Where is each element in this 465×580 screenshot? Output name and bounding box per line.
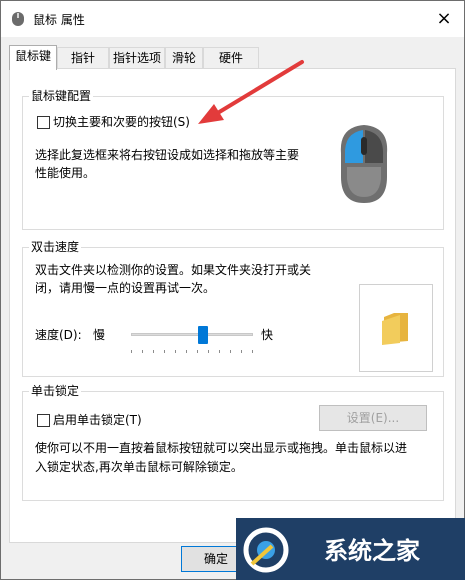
speed-slider[interactable] (131, 326, 253, 360)
slider-track (131, 333, 253, 336)
tab-pointers[interactable]: 指针 (57, 47, 109, 69)
title-bar: 鼠标 属性 × (1, 1, 464, 37)
double-click-description-line2: 闭，请用慢一点的设置再试一次。 (35, 281, 216, 295)
double-click-speed-group: 双击速度 双击文件夹以检测你的设置。如果文件夹没打开或关 闭，请用慢一点的设置再… (22, 240, 444, 377)
click-lock-label[interactable]: 启用单击锁定(T) (53, 410, 142, 430)
window-title: 鼠标 属性 (33, 13, 85, 27)
mouse-image (340, 125, 388, 203)
annotation-arrow (198, 60, 304, 124)
swap-description-line1: 选择此复选框来将右按钮设成如选择和拖放等主要 (35, 148, 300, 162)
watermark-text: 系统之家 (324, 537, 420, 565)
fast-label: 快 (261, 328, 274, 342)
test-folder-area[interactable] (359, 284, 433, 372)
close-icon: × (436, 8, 452, 29)
close-button[interactable]: × (431, 7, 457, 31)
swap-description-line2: 性能使用。 (35, 166, 96, 180)
folder-icon[interactable] (380, 311, 412, 345)
click-lock-description-line1: 使你可以不用一直按着鼠标按钮就可以突出显示或拖拽。单击鼠标以进 (35, 441, 408, 455)
slider-ticks (131, 350, 253, 353)
tab-buttons[interactable]: 鼠标键 (9, 45, 57, 70)
swap-buttons-checkbox[interactable] (37, 116, 50, 129)
mouse-app-icon (12, 12, 24, 26)
slow-label: 慢 (93, 328, 106, 342)
tab-panel: 鼠标键配置 切换主要和次要的按钮(S) 选择此复选框来将右按钮设成如选择和拖放等… (9, 68, 456, 543)
tab-pointer-options[interactable]: 指针选项 (109, 47, 165, 69)
speed-label: 速度(D): (35, 328, 82, 342)
click-lock-description-line2: 入锁定状态,再次单击鼠标可解除锁定。 (35, 460, 243, 474)
group-title: 双击速度 (29, 240, 82, 254)
click-lock-settings-button[interactable]: 设置(E)... (319, 405, 427, 431)
site-watermark: 系统之家 (236, 518, 465, 580)
double-click-description-line1: 双击文件夹以检测你的设置。如果文件夹没打开或关 (35, 263, 312, 277)
group-title: 鼠标键配置 (29, 89, 94, 103)
click-lock-group: 单击锁定 启用单击锁定(T) 设置(E)... 使你可以不用一直按着鼠标按钮就可… (22, 384, 444, 501)
group-title: 单击锁定 (29, 384, 82, 398)
watermark-logo-icon (243, 527, 289, 573)
swap-buttons-label[interactable]: 切换主要和次要的按钮(S) (53, 112, 190, 132)
slider-thumb[interactable] (198, 326, 209, 344)
click-lock-checkbox[interactable] (37, 414, 50, 427)
